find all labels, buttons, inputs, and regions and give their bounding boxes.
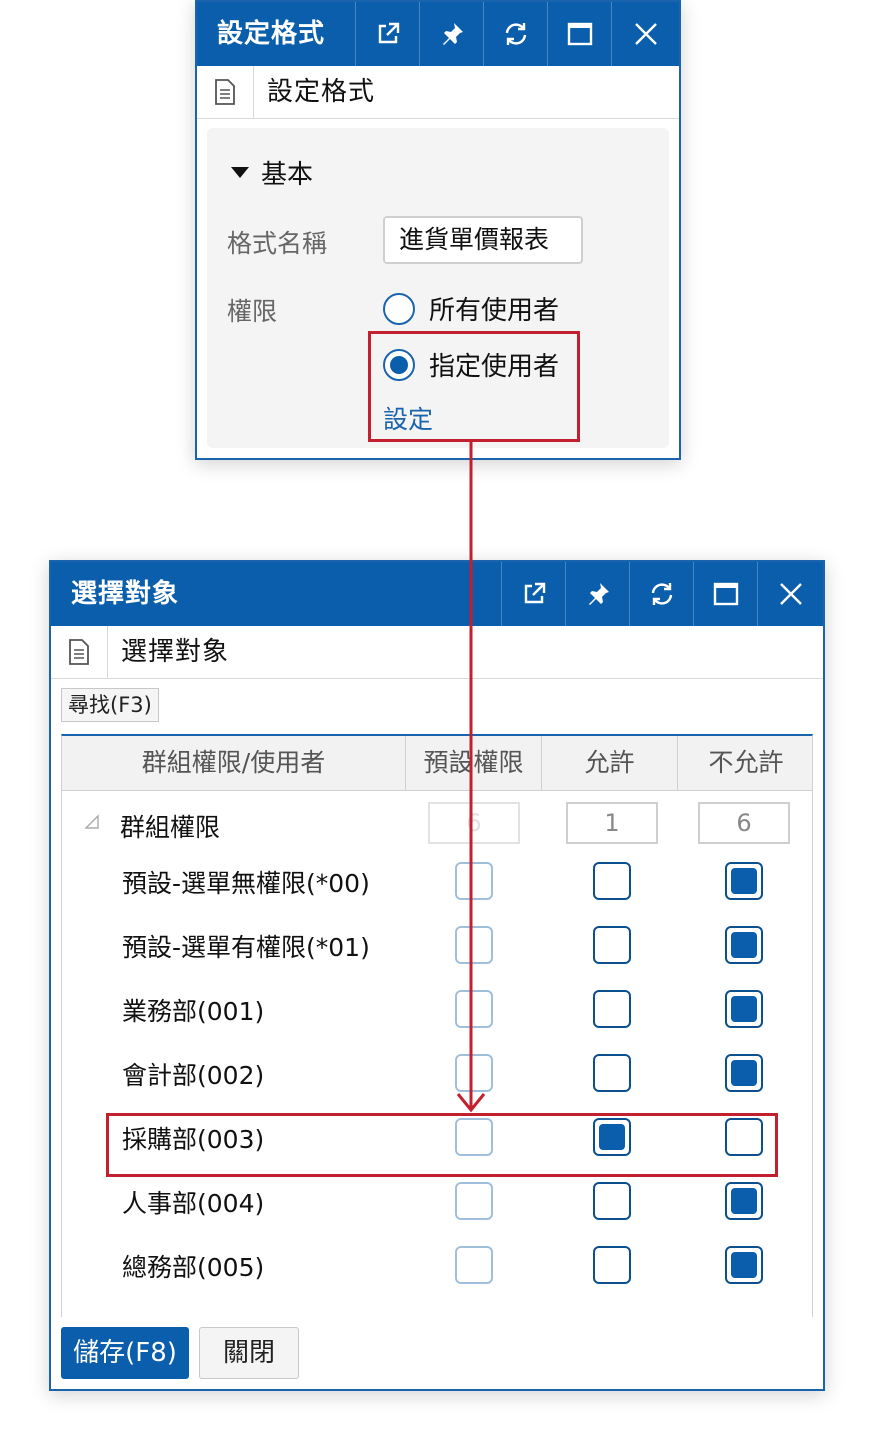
permission-grid: 群組權限/使用者 預設權限 允許 不允許 群組權限 6 1 6 預設-選單無權限… bbox=[61, 734, 813, 1317]
format-name-label: 格式名稱 bbox=[227, 229, 328, 258]
checkbox-default[interactable] bbox=[455, 862, 493, 900]
row-label: 預設-選單無權限(*00) bbox=[122, 869, 370, 898]
checkbox-default[interactable] bbox=[455, 1182, 493, 1220]
checkbox-allow[interactable] bbox=[593, 862, 631, 900]
close-button[interactable]: 關閉 bbox=[199, 1327, 299, 1379]
maximize-icon[interactable] bbox=[547, 2, 611, 66]
external-link-icon[interactable] bbox=[355, 2, 419, 66]
checkbox-default[interactable] bbox=[455, 990, 493, 1028]
refresh-icon[interactable] bbox=[483, 2, 547, 66]
radio-unchecked-icon[interactable] bbox=[383, 292, 415, 325]
checkbox-deny[interactable] bbox=[725, 1246, 763, 1284]
checkbox-checked-fill bbox=[731, 1060, 757, 1086]
checkbox-checked-fill bbox=[731, 868, 757, 894]
col-header-deny[interactable]: 不允許 bbox=[678, 736, 814, 790]
refresh-icon[interactable] bbox=[629, 562, 693, 626]
format-settings-window: 設定格式 設定格式 基本 格式名稱 進貨單價報表 權限 所有使用者 指定使用者 … bbox=[195, 0, 681, 460]
format-window-title: 設定格式 bbox=[217, 19, 326, 49]
format-window-titlebar[interactable]: 設定格式 bbox=[197, 2, 679, 66]
expand-triangle-icon[interactable] bbox=[84, 814, 100, 830]
pin-icon[interactable] bbox=[419, 2, 483, 66]
col-header-group-user[interactable]: 群組權限/使用者 bbox=[62, 736, 406, 790]
save-button[interactable]: 儲存(F8) bbox=[61, 1327, 189, 1379]
group-count-default: 6 bbox=[428, 802, 520, 844]
external-link-icon[interactable] bbox=[501, 562, 565, 626]
group-count-deny: 6 bbox=[698, 802, 790, 844]
checkbox-deny[interactable] bbox=[725, 862, 763, 900]
checkbox-deny[interactable] bbox=[725, 926, 763, 964]
basic-section-header[interactable]: 基本 bbox=[231, 154, 313, 191]
select-target-window: 選擇對象 選擇對象 尋找(F3) 群組權限/使用者 預設權限 允許 不允許 群組… bbox=[49, 560, 825, 1391]
checkbox-allow[interactable] bbox=[593, 1054, 631, 1092]
select-window-toolbar: 選擇對象 bbox=[51, 626, 823, 679]
footer-bar: 儲存(F8) 關閉 bbox=[61, 1327, 813, 1379]
checkbox-default[interactable] bbox=[455, 1246, 493, 1284]
select-window-titlebar[interactable]: 選擇對象 bbox=[51, 562, 823, 626]
caret-down-icon bbox=[231, 167, 249, 178]
pin-icon[interactable] bbox=[565, 562, 629, 626]
select-window-title: 選擇對象 bbox=[71, 579, 180, 609]
highlight-box-specified-users bbox=[368, 331, 580, 442]
checkbox-allow[interactable] bbox=[593, 1182, 631, 1220]
format-window-subtitle: 設定格式 bbox=[267, 77, 376, 107]
row-label: 總務部(005) bbox=[122, 1253, 265, 1282]
row-label: 會計部(002) bbox=[122, 1061, 265, 1090]
document-icon bbox=[197, 66, 254, 118]
checkbox-allow[interactable] bbox=[593, 990, 631, 1028]
checkbox-checked-fill bbox=[731, 996, 757, 1022]
checkbox-default[interactable] bbox=[455, 926, 493, 964]
basic-section-title: 基本 bbox=[261, 160, 314, 190]
row-label: 預設-選單有權限(*01) bbox=[122, 933, 370, 962]
select-window-subtitle: 選擇對象 bbox=[121, 637, 230, 667]
close-icon[interactable] bbox=[757, 562, 823, 626]
document-icon bbox=[51, 626, 108, 678]
checkbox-checked-fill bbox=[731, 1252, 757, 1278]
checkbox-default[interactable] bbox=[455, 1054, 493, 1092]
checkbox-checked-fill bbox=[731, 932, 757, 958]
maximize-icon[interactable] bbox=[693, 562, 757, 626]
highlight-box-purchasing-row bbox=[106, 1113, 778, 1177]
checkbox-allow[interactable] bbox=[593, 926, 631, 964]
grid-header: 群組權限/使用者 預設權限 允許 不允許 bbox=[62, 736, 812, 791]
checkbox-deny[interactable] bbox=[725, 1054, 763, 1092]
radio-all-users-label: 所有使用者 bbox=[429, 296, 560, 326]
row-label: 業務部(001) bbox=[122, 997, 265, 1026]
radio-all-users[interactable]: 所有使用者 bbox=[383, 290, 559, 327]
close-icon[interactable] bbox=[611, 2, 679, 66]
format-window-toolbar: 設定格式 bbox=[197, 66, 679, 119]
checkbox-allow[interactable] bbox=[593, 1246, 631, 1284]
checkbox-checked-fill bbox=[731, 1188, 757, 1214]
row-label: 人事部(004) bbox=[122, 1189, 265, 1218]
checkbox-deny[interactable] bbox=[725, 1182, 763, 1220]
col-header-allow[interactable]: 允許 bbox=[542, 736, 678, 790]
find-button[interactable]: 尋找(F3) bbox=[61, 688, 159, 722]
group-count-allow: 1 bbox=[566, 802, 658, 844]
group-label: 群組權限 bbox=[120, 813, 221, 842]
format-name-field[interactable]: 進貨單價報表 bbox=[383, 216, 583, 264]
checkbox-deny[interactable] bbox=[725, 990, 763, 1028]
permission-label: 權限 bbox=[227, 297, 278, 326]
col-header-default[interactable]: 預設權限 bbox=[406, 736, 542, 790]
